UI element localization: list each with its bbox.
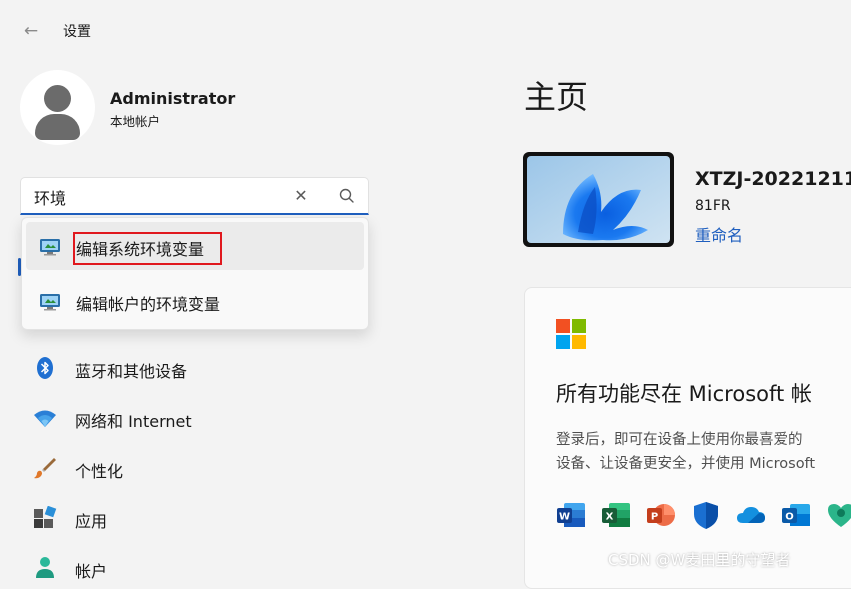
user-profile[interactable]: Administrator 本地帐户 [20,70,320,146]
microsoft-logo-icon [556,319,586,349]
account-type: 本地帐户 [110,114,161,129]
word-icon: W [556,500,586,530]
user-name: Administrator [110,89,236,108]
search-input[interactable]: 环境 [34,185,66,209]
paintbrush-icon [33,456,57,480]
sidebar-item-bluetooth[interactable]: 蓝牙和其他设备 [20,348,350,388]
back-arrow-icon[interactable]: ← [20,20,42,42]
suggestion-edit-system-env[interactable]: 编辑系统环境变量 [26,222,364,270]
svg-text:X: X [606,512,614,523]
outlook-icon: O [781,500,811,530]
suggestion-edit-account-env[interactable]: 编辑帐户的环境变量 [26,277,364,325]
sidebar-item-label: 应用 [75,512,108,531]
svg-text:W: W [559,512,570,523]
sidebar-item-network[interactable]: 网络和 Internet [20,398,350,438]
sidebar-item-accounts[interactable]: 帐户 [20,548,350,588]
clear-icon[interactable]: ✕ [291,186,311,206]
watermark: CSDN @W麦田里的守望者 [608,551,791,569]
apps-icon [33,505,57,530]
card-description-line: 设备、让设备更安全，并使用 Microsoft [556,456,816,472]
excel-icon: X [601,500,631,530]
card-title: 所有功能尽在 Microsoft 帐 [556,382,812,406]
wifi-icon [33,406,57,430]
family-icon [826,500,851,530]
device-wallpaper-thumbnail [523,152,674,247]
device-model: 81FR [695,198,731,214]
svg-text:P: P [651,512,658,523]
suggestion-label: 编辑帐户的环境变量 [76,295,221,314]
svg-text:O: O [785,512,794,523]
bluetooth-icon [33,356,57,380]
search-icon[interactable] [337,186,357,206]
control-panel-icon [39,293,61,311]
control-panel-icon [39,238,61,256]
avatar-icon [20,70,95,145]
card-description: 登录后，即可在设备上使用你最喜爱的 设备、让设备更安全，并使用 Microsof… [556,428,851,476]
powerpoint-icon: P [646,500,676,530]
sidebar-item-label: 帐户 [75,562,108,581]
sidebar-item-label: 网络和 Internet [75,412,192,431]
title-bar: ← 设置 [0,0,851,60]
person-icon [33,556,57,580]
card-description-line: 登录后，即可在设备上使用你最喜爱的 [556,432,803,448]
annotation-highlight-box [73,232,222,265]
defender-icon [691,500,721,530]
page-title: 主页 [524,78,589,116]
device-name: XTZJ-20221211V [695,168,851,190]
rename-link[interactable]: 重命名 [695,222,743,246]
onedrive-icon [736,500,766,530]
sidebar-item-label: 个性化 [75,462,124,481]
search-suggestions: 编辑系统环境变量 编辑帐户的环境变量 [21,217,369,330]
sidebar-item-apps[interactable]: 应用 [20,498,350,538]
app-title: 设置 [63,24,91,40]
sidebar-item-label: 蓝牙和其他设备 [75,362,188,381]
sidebar-item-personalization[interactable]: 个性化 [20,448,350,488]
microsoft-account-card: 所有功能尽在 Microsoft 帐 登录后，即可在设备上使用你最喜爱的 设备、… [524,287,851,589]
microsoft-apps-row: W X P O [556,500,851,530]
settings-search-box[interactable]: 环境 ✕ [20,177,369,215]
